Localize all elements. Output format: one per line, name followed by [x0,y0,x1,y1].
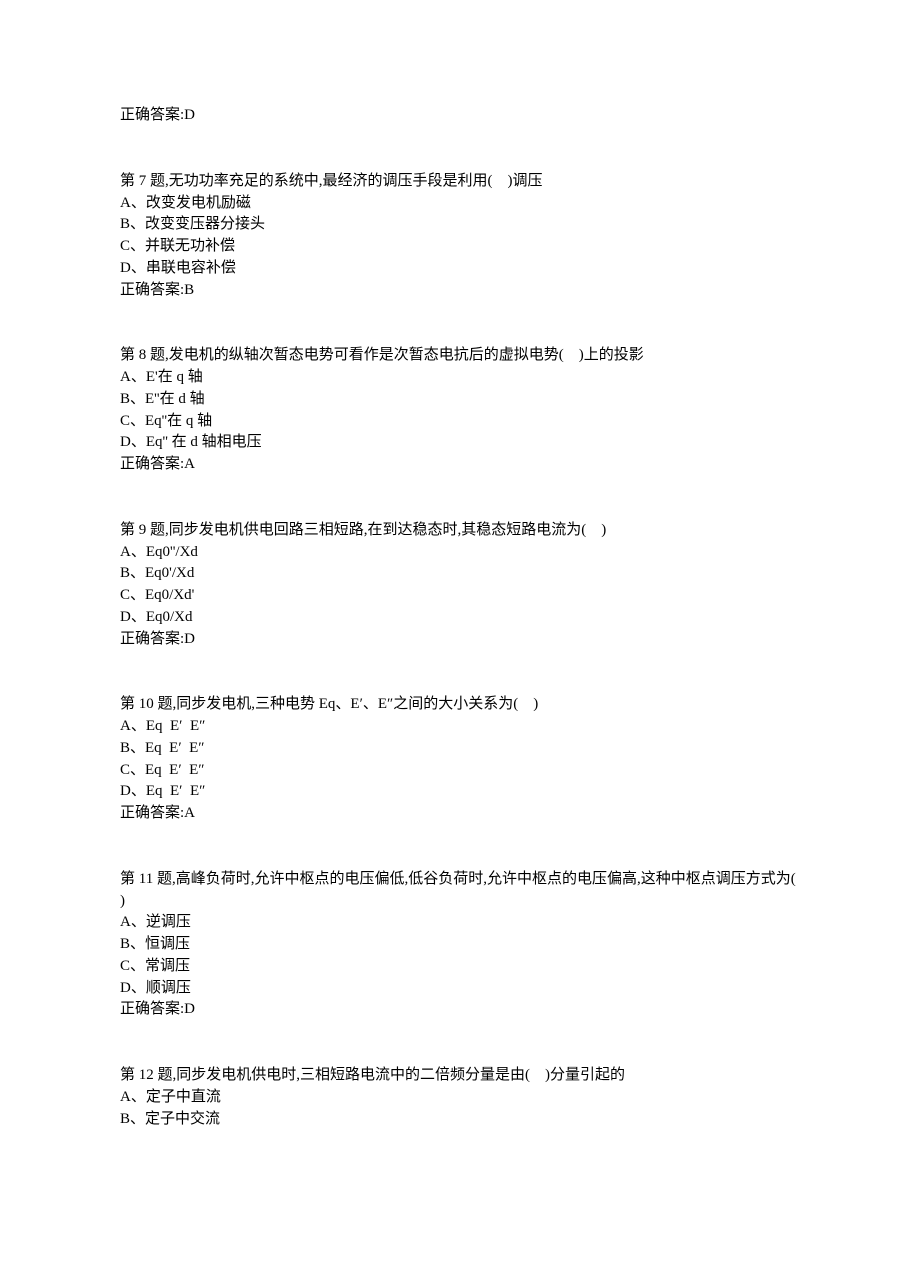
option-b: B、定子中交流 [120,1109,800,1131]
option-a: A、E'在 q 轴 [120,367,800,389]
answer-text: 正确答案:D [120,105,800,127]
option-b: B、E''在 d 轴 [120,389,800,411]
question-10: 第 10 题,同步发电机,三种电势 Eq、E′、E″之间的大小关系为( ) A、… [120,694,800,825]
question-stem: 第 11 题,高峰负荷时,允许中枢点的电压偏低,低谷负荷时,允许中枢点的电压偏高… [120,869,800,913]
option-b: B、恒调压 [120,934,800,956]
option-c: C、Eq E′ E″ [120,760,800,782]
option-a: A、定子中直流 [120,1087,800,1109]
answer-text: 正确答案:A [120,803,800,825]
question-stem: 第 8 题,发电机的纵轴次暂态电势可看作是次暂态电抗后的虚拟电势( )上的投影 [120,345,800,367]
answer-text: 正确答案:D [120,629,800,651]
question-stem: 第 9 题,同步发电机供电回路三相短路,在到达稳态时,其稳态短路电流为( ) [120,520,800,542]
question-7: 第 7 题,无功功率充足的系统中,最经济的调压手段是利用( )调压 A、改变发电… [120,171,800,302]
option-b: B、Eq E′ E″ [120,738,800,760]
question-9: 第 9 题,同步发电机供电回路三相短路,在到达稳态时,其稳态短路电流为( ) A… [120,520,800,651]
option-c: C、常调压 [120,956,800,978]
option-a: A、逆调压 [120,912,800,934]
question-stem: 第 12 题,同步发电机供电时,三相短路电流中的二倍频分量是由( )分量引起的 [120,1065,800,1087]
option-b: B、Eq0'/Xd [120,563,800,585]
option-c: C、Eq0/Xd' [120,585,800,607]
question-8: 第 8 题,发电机的纵轴次暂态电势可看作是次暂态电抗后的虚拟电势( )上的投影 … [120,345,800,476]
option-a: A、改变发电机励磁 [120,193,800,215]
option-d: D、Eq0/Xd [120,607,800,629]
option-d: D、顺调压 [120,978,800,1000]
option-d: D、串联电容补偿 [120,258,800,280]
option-c: C、Eq''在 q 轴 [120,411,800,433]
option-a: A、Eq0''/Xd [120,542,800,564]
answer-text: 正确答案:B [120,280,800,302]
option-c: C、并联无功补偿 [120,236,800,258]
option-d: D、Eq E′ E″ [120,781,800,803]
question-11: 第 11 题,高峰负荷时,允许中枢点的电压偏低,低谷负荷时,允许中枢点的电压偏高… [120,869,800,1021]
page-content: 正确答案:D 第 7 题,无功功率充足的系统中,最经济的调压手段是利用( )调压… [0,0,920,1274]
answer-text: 正确答案:D [120,999,800,1021]
question-stem: 第 10 题,同步发电机,三种电势 Eq、E′、E″之间的大小关系为( ) [120,694,800,716]
answer-text: 正确答案:A [120,454,800,476]
question-stem: 第 7 题,无功功率充足的系统中,最经济的调压手段是利用( )调压 [120,171,800,193]
option-d: D、Eq'' 在 d 轴相电压 [120,432,800,454]
previous-answer: 正确答案:D [120,105,800,127]
option-a: A、Eq E′ E″ [120,716,800,738]
question-12: 第 12 题,同步发电机供电时,三相短路电流中的二倍频分量是由( )分量引起的 … [120,1065,800,1130]
option-b: B、改变变压器分接头 [120,214,800,236]
